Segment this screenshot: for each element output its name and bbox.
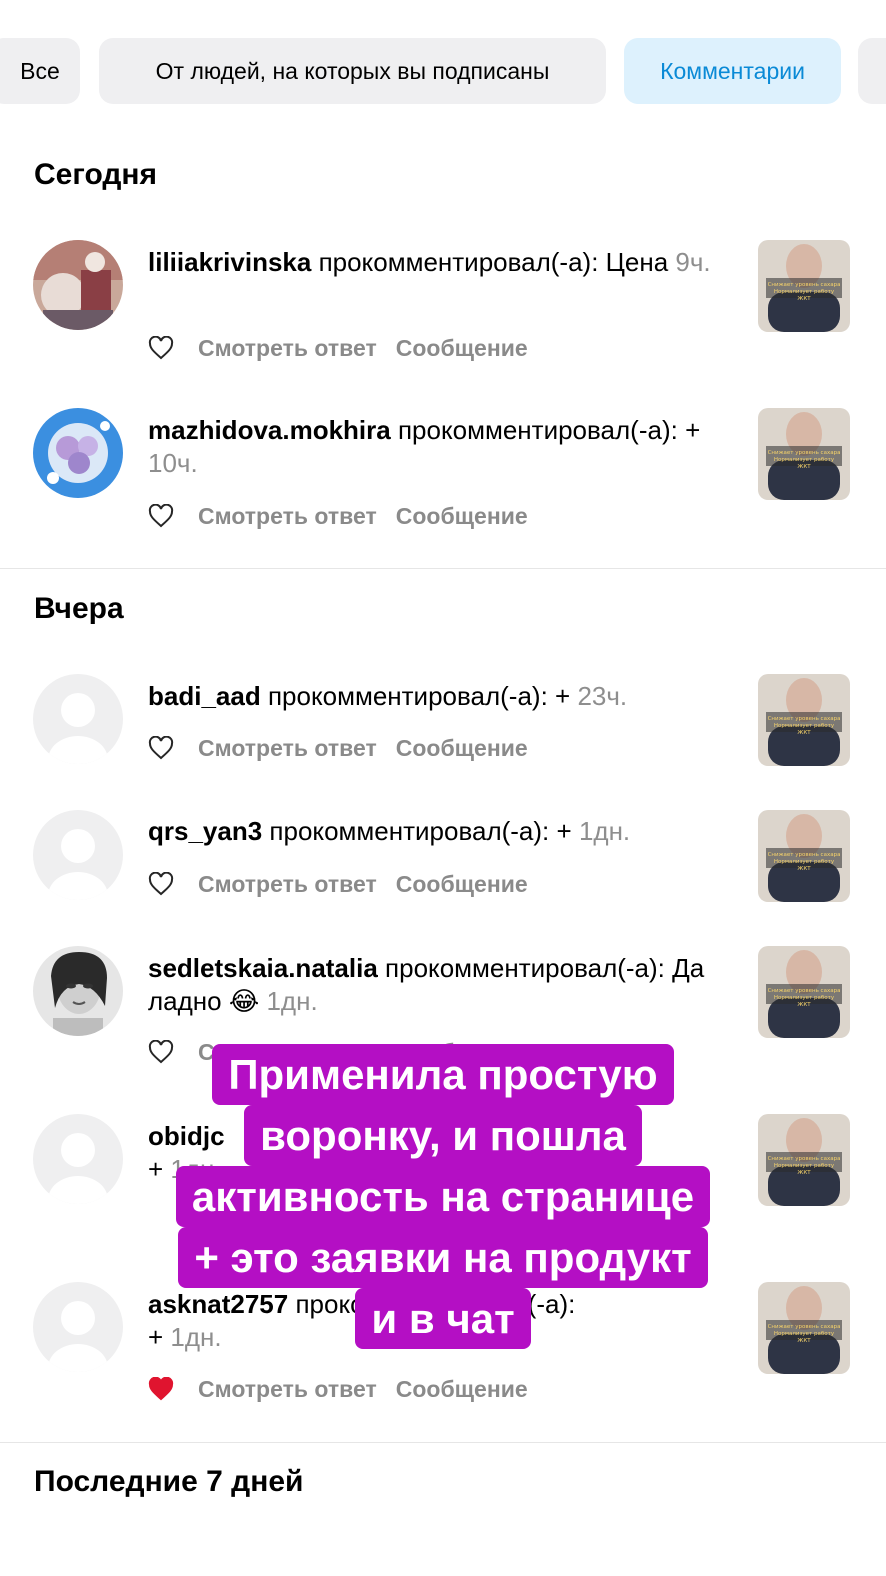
notification-actions: Смотреть ответ Сообщение bbox=[148, 499, 547, 533]
post-thumbnail[interactable]: Снижает уровень сахара Нормализует работу… bbox=[758, 240, 850, 332]
notification-actions: Смотреть ответ Сообщение bbox=[148, 1372, 547, 1406]
svg-text:ЖКТ: ЖКТ bbox=[797, 1002, 811, 1008]
section-title-last7days: Последние 7 дней bbox=[34, 1465, 304, 1498]
filter-following-chip[interactable]: От людей, на которых вы подписаны bbox=[99, 38, 606, 104]
username: sedletskaia.natalia bbox=[148, 953, 378, 983]
notification-text: liliiakrivinska прокомментировал(-а): Це… bbox=[148, 247, 711, 277]
message-link[interactable]: Сообщение bbox=[396, 735, 528, 762]
notification-text: qrs_yan3 прокомментировал(-а): + 1дн. bbox=[148, 816, 631, 846]
section-divider bbox=[0, 568, 886, 569]
svg-text:ЖКТ: ЖКТ bbox=[797, 464, 811, 470]
overlay-line: активность на странице bbox=[175, 1166, 711, 1227]
svg-text:Снижает уровень сахара: Снижает уровень сахара bbox=[768, 282, 841, 288]
svg-text:Нормализует работу: Нормализует работу bbox=[774, 723, 835, 729]
svg-text:Снижает уровень сахара: Снижает уровень сахара bbox=[768, 852, 841, 858]
message-link[interactable]: Сообщение bbox=[396, 1376, 528, 1403]
message-link[interactable]: Сообщение bbox=[396, 871, 528, 898]
avatar[interactable] bbox=[33, 408, 123, 498]
section-divider bbox=[0, 1442, 886, 1443]
username: badi_aad bbox=[148, 681, 261, 711]
svg-text:Нормализует работу: Нормализует работу bbox=[774, 457, 835, 463]
svg-text:Нормализует работу: Нормализует работу bbox=[774, 859, 835, 865]
notification-actions: Смотреть ответ Сообщение bbox=[148, 867, 547, 901]
overlay-line: + это заявки на продукт bbox=[178, 1227, 708, 1288]
timestamp: 1дн. bbox=[578, 816, 631, 846]
heart-icon[interactable] bbox=[148, 736, 174, 760]
timestamp: 10ч. bbox=[148, 448, 198, 478]
message-link[interactable]: Сообщение bbox=[396, 335, 528, 362]
view-reply-link[interactable]: Смотреть ответ bbox=[198, 735, 377, 762]
view-reply-link[interactable]: Смотреть ответ bbox=[198, 335, 377, 362]
notification-actions: Смотреть ответ Сообщение bbox=[148, 331, 547, 365]
section-title-yesterday: Вчера bbox=[34, 592, 124, 625]
post-thumbnail[interactable]: Снижает уровень сахара Нормализует работу… bbox=[758, 408, 850, 500]
heart-icon[interactable] bbox=[148, 336, 174, 360]
overlay-line: Применила простую bbox=[212, 1044, 674, 1105]
timestamp: 9ч. bbox=[675, 247, 711, 277]
heart-icon[interactable] bbox=[148, 872, 174, 896]
notification-text: sedletskaia.natalia прокомментировал(-а)… bbox=[148, 953, 705, 1016]
filter-bar: Все От людей, на которых вы подписаны Ко… bbox=[0, 38, 886, 104]
svg-text:ЖКТ: ЖКТ bbox=[797, 866, 811, 872]
post-thumbnail[interactable]: Снижает уровень сахара Нормализует работу… bbox=[758, 674, 850, 766]
svg-text:Снижает уровень сахара: Снижает уровень сахара bbox=[768, 450, 841, 456]
timestamp: 1дн. bbox=[266, 986, 318, 1016]
filter-all-chip[interactable]: Все bbox=[0, 38, 80, 104]
heart-filled-icon[interactable] bbox=[148, 1377, 174, 1401]
notification-text: badi_aad прокомментировал(-а): + 23ч. bbox=[148, 681, 628, 711]
message-link[interactable]: Сообщение bbox=[396, 503, 528, 530]
username: qrs_yan3 bbox=[148, 816, 263, 846]
svg-text:Снижает уровень сахара: Снижает уровень сахара bbox=[768, 716, 841, 722]
notification-actions: Смотреть ответ Сообщение bbox=[148, 731, 547, 765]
svg-text:Нормализует работу: Нормализует работу bbox=[774, 995, 835, 1001]
view-reply-link[interactable]: Смотреть ответ bbox=[198, 871, 377, 898]
avatar[interactable] bbox=[33, 810, 123, 900]
avatar[interactable] bbox=[33, 240, 123, 330]
post-thumbnail[interactable]: Снижает уровень сахара Нормализует работу… bbox=[758, 810, 850, 902]
notification-text: mazhidova.mokhira прокомментировал(-а): … bbox=[148, 415, 701, 478]
svg-text:Нормализует работу: Нормализует работу bbox=[774, 289, 835, 295]
username: mazhidova.mokhira bbox=[148, 415, 391, 445]
username: liliiakrivinska bbox=[148, 247, 312, 277]
heart-icon[interactable] bbox=[148, 504, 174, 528]
story-text-overlay: Применила простую воронку, и пошла актив… bbox=[0, 1044, 886, 1349]
svg-text:ЖКТ: ЖКТ bbox=[797, 730, 811, 736]
avatar[interactable] bbox=[33, 674, 123, 764]
timestamp: 23ч. bbox=[577, 681, 628, 711]
avatar[interactable] bbox=[33, 946, 123, 1036]
post-thumbnail[interactable]: Снижает уровень сахара Нормализует работу… bbox=[758, 946, 850, 1038]
section-title-today: Сегодня bbox=[34, 158, 158, 191]
view-reply-link[interactable]: Смотреть ответ bbox=[198, 1376, 377, 1403]
view-reply-link[interactable]: Смотреть ответ bbox=[198, 503, 377, 530]
overlay-line: воронку, и пошла bbox=[244, 1105, 642, 1166]
filter-more-chip[interactable] bbox=[858, 38, 886, 104]
svg-text:ЖКТ: ЖКТ bbox=[797, 296, 811, 302]
svg-text:Снижает уровень сахара: Снижает уровень сахара bbox=[768, 988, 841, 994]
overlay-line: и в чат bbox=[355, 1288, 531, 1349]
filter-comments-chip[interactable]: Комментарии bbox=[624, 38, 841, 104]
